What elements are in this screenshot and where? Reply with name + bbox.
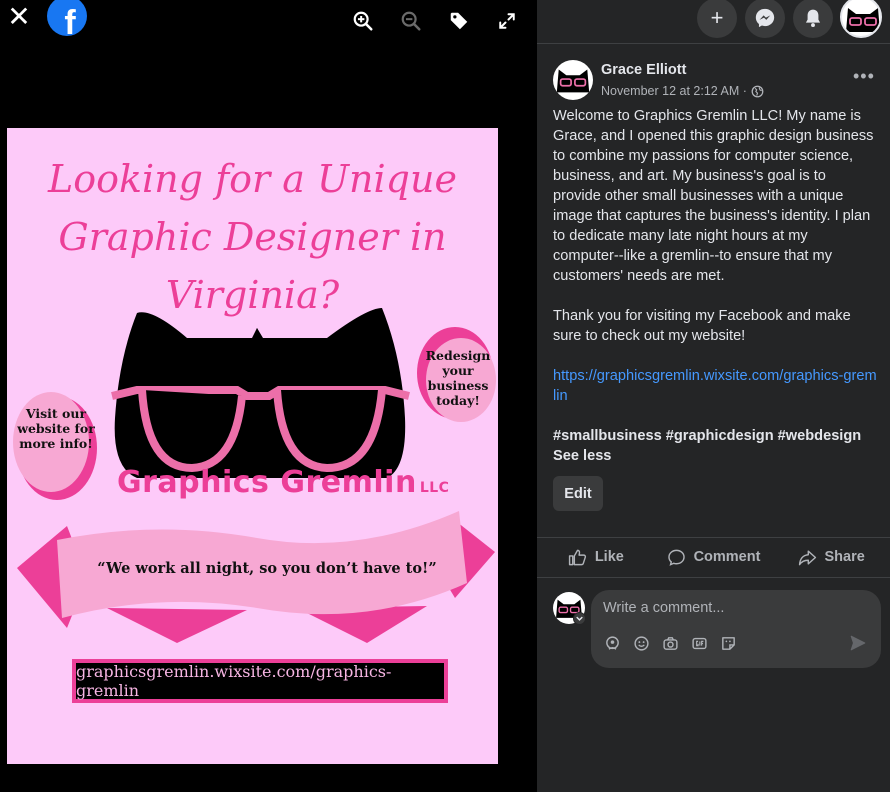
- close-icon[interactable]: ✕: [4, 2, 34, 32]
- post-header: Grace Elliott November 12 at 2:12 AM · •…: [553, 60, 883, 102]
- comment-button[interactable]: Comment: [655, 540, 773, 574]
- sticker-icon[interactable]: [719, 634, 737, 652]
- post-link[interactable]: https://graphicsgremlin.wixsite.com/grap…: [553, 368, 877, 404]
- zoom-out-icon[interactable]: [398, 8, 424, 34]
- panel-header: +: [537, 0, 890, 44]
- flyer-brand-suffix: LLC: [419, 480, 450, 496]
- edit-button[interactable]: Edit: [553, 476, 603, 511]
- globe-icon: [751, 85, 764, 97]
- post-meta: November 12 at 2:12 AM ·: [601, 84, 764, 98]
- notifications-button[interactable]: [793, 0, 833, 38]
- messenger-button[interactable]: [745, 0, 785, 38]
- share-label: Share: [824, 549, 865, 565]
- share-icon: [798, 549, 816, 565]
- like-label: Like: [594, 549, 624, 565]
- divider: [537, 577, 890, 578]
- more-options-icon[interactable]: •••: [853, 66, 875, 87]
- post-text: Welcome to Graphics Gremlin LLC! My name…: [553, 106, 877, 486]
- send-icon[interactable]: [849, 634, 869, 654]
- facebook-logo[interactable]: f: [47, 0, 87, 36]
- facebook-logo-letter: f: [64, 3, 76, 37]
- author-name[interactable]: Grace Elliott: [601, 62, 686, 78]
- post-hashtags[interactable]: #smallbusiness #graphicdesign #webdesign…: [553, 426, 877, 466]
- gif-icon[interactable]: [690, 634, 708, 652]
- plus-icon: +: [710, 5, 724, 30]
- photo-viewer: ✕ f Looking for a Unique Graphic Designe…: [0, 0, 537, 792]
- flyer-tagline: “We work all night, so you don’t have to…: [97, 560, 437, 577]
- create-button[interactable]: +: [697, 0, 737, 38]
- zoom-in-icon[interactable]: [350, 8, 376, 34]
- avatar-sticker-icon[interactable]: [603, 634, 621, 652]
- tag-icon[interactable]: [446, 8, 472, 34]
- messenger-icon: [755, 8, 775, 28]
- thumbs-up-icon: [568, 549, 586, 565]
- comment-box: [591, 590, 881, 668]
- post-panel: + Grace Elliott November 12 at 2:12 AM ·…: [537, 0, 890, 792]
- account-avatar[interactable]: [840, 0, 882, 38]
- post-timestamp[interactable]: November 12 at 2:12 AM ·: [601, 84, 747, 98]
- flyer-url: graphicsgremlin.wixsite.com/graphics-gre…: [76, 662, 392, 700]
- chevron-down-icon[interactable]: [573, 612, 586, 625]
- flyer-url-box: graphicsgremlin.wixsite.com/graphics-gre…: [72, 659, 448, 703]
- flyer-image: Looking for a Unique Graphic Designer in…: [7, 128, 498, 764]
- post-paragraph-2: Thank you for visiting my Facebook and m…: [553, 308, 851, 344]
- flyer-brand-name: Graphics Gremlin: [117, 465, 417, 500]
- flyer-left-bubble: Visit our website for more info!: [17, 406, 95, 451]
- comment-tools: [603, 634, 737, 652]
- share-button[interactable]: Share: [772, 540, 890, 574]
- emoji-icon[interactable]: [632, 634, 650, 652]
- like-button[interactable]: Like: [537, 540, 655, 574]
- comment-icon: [667, 549, 685, 566]
- post-actions: Like Comment Share: [537, 540, 890, 574]
- bell-icon: [805, 9, 821, 27]
- comment-label: Comment: [693, 549, 761, 565]
- flyer-brand: Graphics Gremlin LLC: [117, 465, 449, 500]
- fullscreen-icon[interactable]: [494, 8, 520, 34]
- post-paragraph-1: Welcome to Graphics Gremlin LLC! My name…: [553, 108, 874, 284]
- author-avatar[interactable]: [553, 60, 593, 100]
- camera-icon[interactable]: [661, 634, 679, 652]
- divider: [537, 537, 890, 538]
- comment-composer: [553, 590, 883, 670]
- comment-input[interactable]: [603, 600, 853, 616]
- flyer-right-bubble: Redesign your business today!: [425, 348, 491, 408]
